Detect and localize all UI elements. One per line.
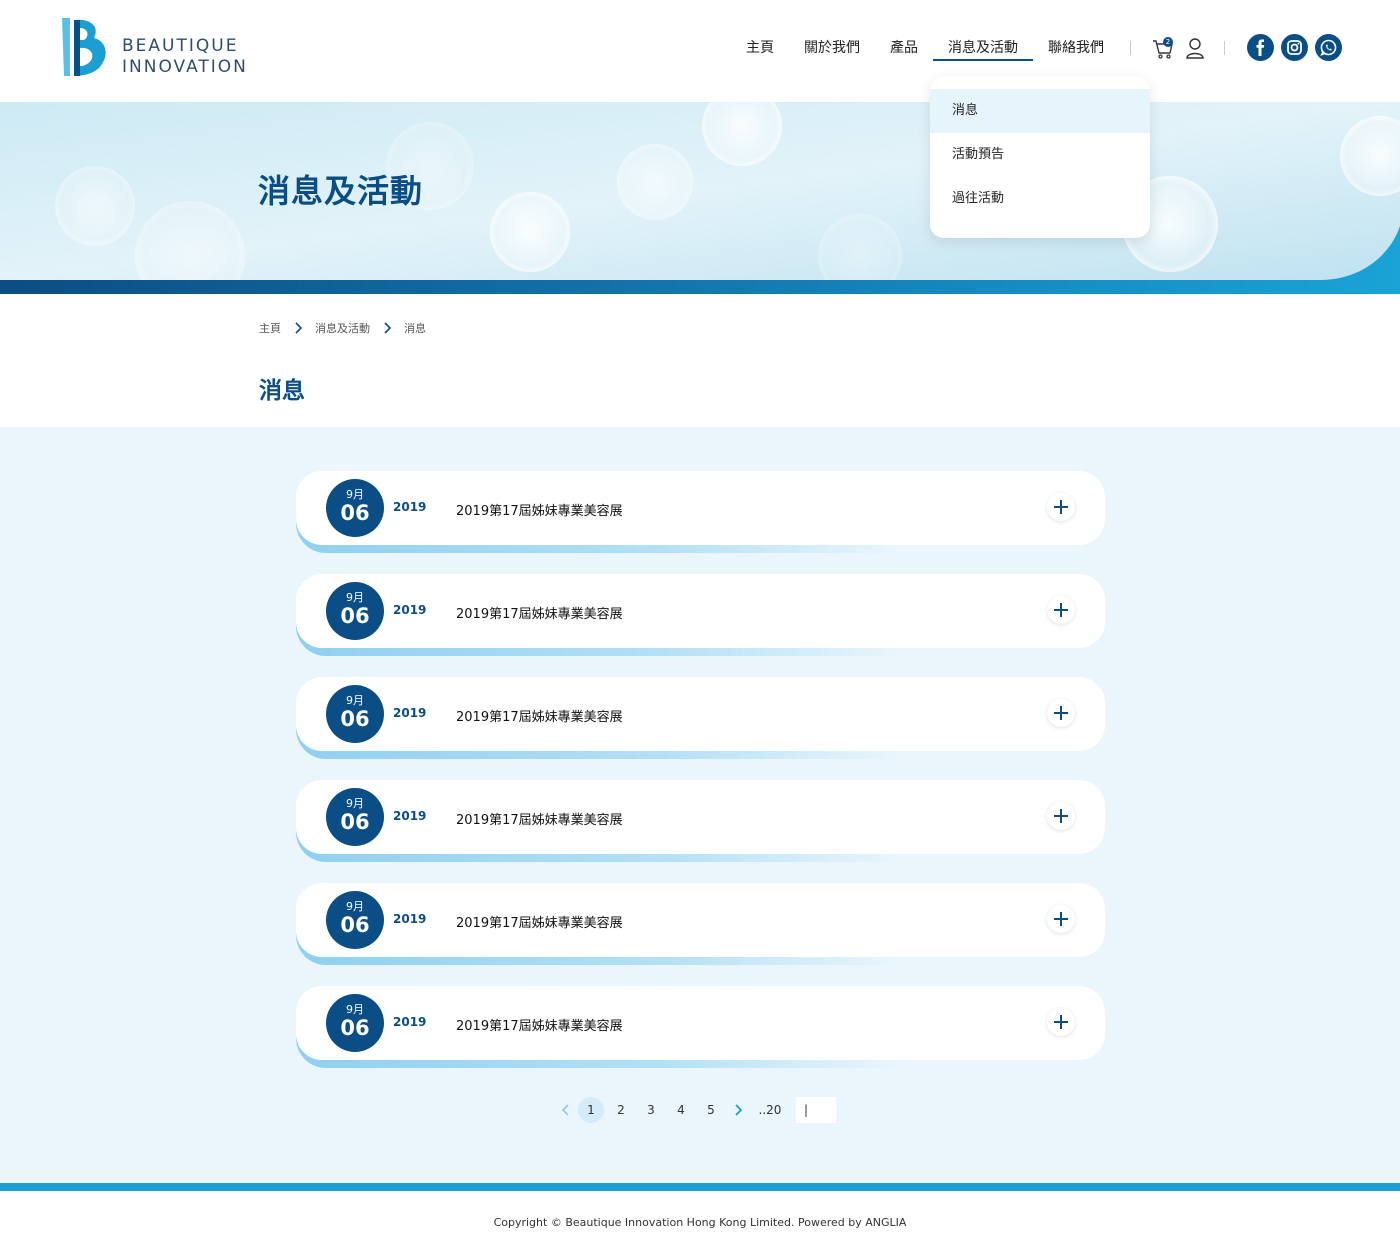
cart-count-badge: 2 [1163,37,1173,47]
banner-title: 消息及活動 [258,172,424,210]
brand-name-line1: BEAUTIQUE [122,36,239,56]
date-badge: 9月 06 [326,788,384,846]
page-number[interactable]: 2 [608,1097,634,1123]
banner-background [0,96,1400,294]
date-month: 9月 [346,1003,364,1016]
card-body: 9月 06 2019 2019第17屆姊妹專業美容展 [296,574,1105,648]
expand-plus-button[interactable] [1047,699,1075,727]
date-month: 9月 [346,591,364,604]
chevron-right-icon [295,322,303,334]
date-year: 2019 [393,706,427,720]
news-card[interactable]: 9月 06 2019 2019第17屆姊妹專業美容展 [296,574,1105,656]
breadcrumb-home[interactable]: 主頁 [259,320,281,336]
date-year: 2019 [393,809,427,823]
date-badge: 9月 06 [326,582,384,640]
brand-logo-mark [62,18,106,77]
main-nav: 主頁 關於我們 產品 消息及活動 聯絡我們 [746,38,1119,62]
footer-copyright: Copyright © Beautique Innovation Hong Ko… [493,1216,907,1229]
date-badge: 9月 06 [326,994,384,1052]
breadcrumb: 主頁 消息及活動 消息 [259,320,426,336]
nav-item-home[interactable]: 主頁 [746,38,789,62]
card-body: 9月 06 2019 2019第17屆姊妹專業美容展 [296,677,1105,751]
date-badge: 9月 06 [326,891,384,949]
hero-banner: 消息及活動 [0,96,1400,294]
news-title[interactable]: 2019第17屆姊妹專業美容展 [456,912,623,931]
date-day: 06 [340,501,370,525]
expand-plus-button[interactable] [1047,1008,1075,1036]
date-day: 06 [340,707,370,731]
date-year: 2019 [393,1015,427,1029]
card-body: 9月 06 2019 2019第17屆姊妹專業美容展 [296,471,1105,545]
chevron-right-icon [384,322,392,334]
news-title[interactable]: 2019第17屆姊妹專業美容展 [456,500,623,519]
whatsapp-icon[interactable] [1315,34,1342,61]
nav-item-products[interactable]: 產品 [875,38,933,62]
dropdown-item-news[interactable]: 消息 [930,89,1150,133]
facebook-icon[interactable] [1247,34,1274,61]
dropdown-item-past-events[interactable]: 過往活動 [930,177,1150,221]
page-number[interactable]: 3 [638,1097,664,1123]
news-title[interactable]: 2019第17屆姊妹專業美容展 [456,809,623,828]
date-month: 9月 [346,797,364,810]
brand-name-line2: INNOVATION [122,57,248,77]
card-body: 9月 06 2019 2019第17屆姊妹專業美容展 [296,883,1105,957]
news-card[interactable]: 9月 06 2019 2019第17屆姊妹專業美容展 [296,471,1105,553]
footer-bar [0,1183,1400,1191]
date-badge: 9月 06 [326,479,384,537]
nav-item-contact[interactable]: 聯絡我們 [1033,38,1119,62]
page-number-current[interactable]: 1 [578,1097,604,1123]
chevron-right-icon[interactable] [732,1103,744,1117]
news-card[interactable]: 9月 06 2019 2019第17屆姊妹專業美容展 [296,780,1105,862]
date-day: 06 [340,913,370,937]
news-title[interactable]: 2019第17屆姊妹專業美容展 [456,706,623,725]
date-year: 2019 [393,603,427,617]
nav-item-about[interactable]: 關於我們 [789,38,875,62]
news-card[interactable]: 9月 06 2019 2019第17屆姊妹專業美容展 [296,986,1105,1068]
date-year: 2019 [393,912,427,926]
breadcrumb-news-events[interactable]: 消息及活動 [315,320,370,336]
chevron-left-icon[interactable] [560,1103,572,1117]
page-jump-input[interactable] [796,1097,836,1123]
nav-divider [1224,41,1225,55]
date-month: 9月 [346,488,364,501]
date-day: 06 [340,810,370,834]
expand-plus-button[interactable] [1047,596,1075,624]
expand-plus-button[interactable] [1047,802,1075,830]
news-card[interactable]: 9月 06 2019 2019第17屆姊妹專業美容展 [296,883,1105,965]
expand-plus-button[interactable] [1047,493,1075,521]
brand-logo[interactable]: BEAUTIQUE INNOVATION [60,16,280,80]
card-body: 9月 06 2019 2019第17屆姊妹專業美容展 [296,986,1105,1060]
news-title[interactable]: 2019第17屆姊妹專業美容展 [456,1015,623,1034]
brand-name: BEAUTIQUE INNOVATION [122,36,248,78]
date-month: 9月 [346,900,364,913]
card-body: 9月 06 2019 2019第17屆姊妹專業美容展 [296,780,1105,854]
nav-item-news-events[interactable]: 消息及活動 [933,38,1033,61]
nav-divider [1130,41,1131,55]
page-number[interactable]: 4 [668,1097,694,1123]
instagram-icon[interactable] [1281,34,1308,61]
date-month: 9月 [346,694,364,707]
user-icon[interactable] [1185,37,1205,59]
pagination: 1 2 3 4 5 ..20 [560,1097,836,1123]
date-day: 06 [340,1016,370,1040]
news-card[interactable]: 9月 06 2019 2019第17屆姊妹專業美容展 [296,677,1105,759]
date-badge: 9月 06 [326,685,384,743]
site-header: BEAUTIQUE INNOVATION 主頁 關於我們 產品 消息及活動 聯絡… [0,0,1400,96]
date-day: 06 [340,604,370,628]
expand-plus-button[interactable] [1047,905,1075,933]
news-title[interactable]: 2019第17屆姊妹專業美容展 [456,603,623,622]
page-title: 消息 [259,378,305,404]
breadcrumb-current: 消息 [404,322,426,335]
news-events-dropdown: 消息 活動預告 過往活動 [930,76,1150,238]
date-year: 2019 [393,500,427,514]
page-last[interactable]: ..20 [756,1103,784,1117]
dropdown-item-upcoming-events[interactable]: 活動預告 [930,133,1150,177]
page-number[interactable]: 5 [698,1097,724,1123]
